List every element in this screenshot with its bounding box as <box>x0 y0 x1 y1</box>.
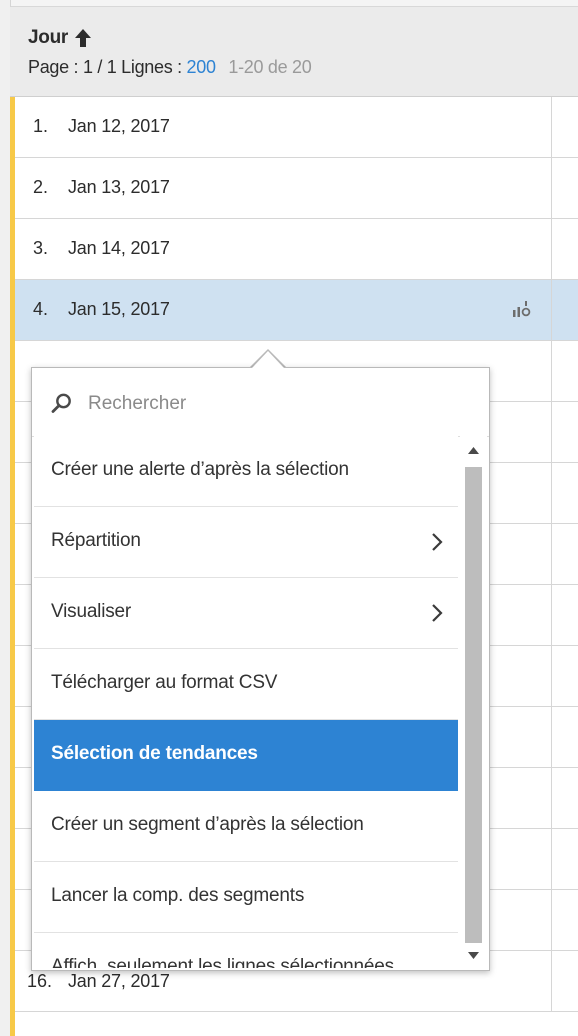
pagination-info: Page : 1 / 1 Lignes : 200 1-20 de 20 <box>28 57 312 78</box>
menu-item-label: Télécharger au format CSV <box>51 672 278 693</box>
menu-item-label: Créer une alerte d’après la sélection <box>51 459 349 480</box>
row-date: Jan 15, 2017 <box>68 299 170 319</box>
row-cell: 1. Jan 12, 2017 <box>15 97 552 157</box>
menu-item-trend-selection[interactable]: Sélection de tendances <box>34 720 458 791</box>
menu-caret-inner <box>252 351 284 368</box>
rows-range: 1-20 de 20 <box>228 57 312 77</box>
menu-list: Créer une alerte d’après la sélection Ré… <box>34 436 458 968</box>
row-cell: 2. Jan 13, 2017 <box>15 158 552 218</box>
top-strip <box>0 0 578 7</box>
context-menu-panel: Créer une alerte d’après la sélection Ré… <box>31 367 490 971</box>
row-number: 16. <box>27 971 53 991</box>
scroll-up-arrow-icon[interactable] <box>460 444 487 458</box>
page-label: Page : 1 / 1 <box>28 57 117 77</box>
row-number: 4. <box>33 299 49 319</box>
menu-item-label: Lancer la comp. des segments <box>51 885 305 906</box>
table-row[interactable]: 3. Jan 14, 2017 <box>15 219 578 280</box>
menu-search-input[interactable] <box>86 388 470 420</box>
menu-item-label: Visualiser <box>51 601 132 622</box>
table-row[interactable]: 2. Jan 13, 2017 <box>15 158 578 219</box>
scroll-down-arrow-icon[interactable] <box>460 948 487 962</box>
row-cell: 3. Jan 14, 2017 <box>15 219 552 279</box>
menu-item-visualize[interactable]: Visualiser <box>34 578 458 649</box>
menu-item-create-alert[interactable]: Créer une alerte d’après la sélection <box>34 436 458 507</box>
scrollbar-thumb[interactable] <box>465 467 482 943</box>
menu-item-label: Affich. seulement les lignes sélectionné… <box>51 956 394 968</box>
visualize-icon[interactable] <box>511 298 533 320</box>
sort-arrow-up-icon[interactable] <box>74 28 92 48</box>
menu-item-label: Créer un segment d’après la sélection <box>51 814 364 835</box>
row-number: 1. <box>33 116 49 136</box>
column-title[interactable]: Jour <box>28 27 68 49</box>
menu-item-create-segment[interactable]: Créer un segment d’après la sélection <box>34 791 458 862</box>
row-date: Jan 13, 2017 <box>68 177 170 197</box>
menu-item-label: Sélection de tendances <box>51 743 258 764</box>
chevron-right-icon <box>432 533 443 551</box>
table-row-selected[interactable]: 4. Jan 15, 2017 <box>15 280 578 341</box>
search-icon <box>51 393 71 413</box>
chevron-right-icon <box>432 604 443 622</box>
table-row[interactable]: 1. Jan 12, 2017 <box>15 97 578 158</box>
table-header: Jour Page : 1 / 1 Lignes : 200 1-20 de 2… <box>10 7 578 97</box>
row-number: 3. <box>33 238 49 258</box>
menu-item-show-selected-rows[interactable]: Affich. seulement les lignes sélectionné… <box>34 933 458 968</box>
rows-label: Lignes : <box>121 57 182 77</box>
row-number: 2. <box>33 177 49 197</box>
menu-item-breakdown[interactable]: Répartition <box>34 507 458 578</box>
row-date: Jan 27, 2017 <box>68 971 170 991</box>
menu-item-download-csv[interactable]: Télécharger au format CSV <box>34 649 458 720</box>
menu-item-segment-comparison[interactable]: Lancer la comp. des segments <box>34 862 458 933</box>
context-menu: Créer une alerte d’après la sélection Ré… <box>31 349 490 971</box>
row-date: Jan 14, 2017 <box>68 238 170 258</box>
menu-scrollbar[interactable] <box>460 436 487 968</box>
rows-count-link[interactable]: 200 <box>187 57 216 77</box>
menu-item-label: Répartition <box>51 530 141 551</box>
row-date: Jan 12, 2017 <box>68 116 170 136</box>
row-cell: 4. Jan 15, 2017 <box>15 280 552 340</box>
menu-search <box>32 368 489 437</box>
